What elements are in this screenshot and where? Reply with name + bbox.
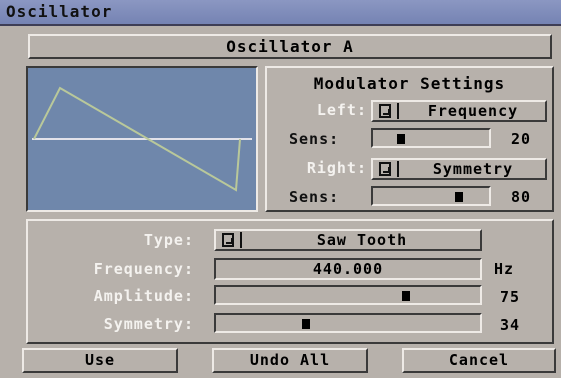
oscillator-parameters-panel: Type: Saw Tooth Frequency: 440.000 Hz Am…	[26, 219, 554, 344]
modulator-settings-panel: Modulator Settings Left: Frequency Sens:…	[265, 66, 554, 212]
frequency-unit: Hz	[494, 260, 515, 278]
type-cycle-button[interactable]: Saw Tooth	[214, 229, 482, 251]
frequency-input[interactable]: 440.000	[214, 258, 482, 280]
type-value: Saw Tooth	[316, 231, 408, 249]
amplitude-knob[interactable]	[402, 291, 410, 301]
cancel-button[interactable]: Cancel	[402, 348, 556, 373]
right-modulator-label: Right:	[306, 159, 367, 177]
cycle-separator	[397, 103, 399, 119]
cycle-icon	[222, 233, 234, 247]
right-sens-knob[interactable]	[455, 192, 463, 202]
title-bar[interactable]: Oscillator	[0, 0, 561, 26]
left-sens-knob[interactable]	[397, 134, 405, 144]
right-sens-value: 80	[511, 188, 532, 206]
right-sens-slider[interactable]	[371, 186, 491, 206]
waveform-graph	[32, 86, 252, 192]
frequency-label: Frequency:	[93, 260, 194, 278]
right-modulator-value: Symmetry	[432, 160, 514, 178]
cycle-separator	[240, 232, 242, 248]
symmetry-slider[interactable]	[214, 313, 482, 333]
type-label: Type:	[143, 231, 194, 249]
window-title: Oscillator	[6, 2, 113, 21]
left-modulator-cycle-button[interactable]: Frequency	[371, 100, 547, 122]
left-sens-slider[interactable]	[371, 128, 491, 148]
amplitude-label: Amplitude:	[93, 287, 194, 305]
oscillator-name-field[interactable]: Oscillator A	[28, 34, 552, 59]
use-button[interactable]: Use	[22, 348, 178, 373]
waveform-display	[26, 66, 258, 212]
left-sens-label: Sens:	[289, 130, 340, 148]
right-modulator-cycle-button[interactable]: Symmetry	[371, 158, 547, 180]
amplitude-value: 75	[500, 288, 521, 306]
left-modulator-label: Left:	[316, 101, 367, 119]
amplitude-slider[interactable]	[214, 285, 482, 305]
symmetry-knob[interactable]	[302, 319, 310, 329]
left-sens-value: 20	[511, 130, 532, 148]
cycle-icon	[379, 104, 391, 118]
cycle-icon	[379, 162, 391, 176]
undo-all-button[interactable]: Undo All	[212, 348, 368, 373]
cycle-separator	[397, 161, 399, 177]
symmetry-value: 34	[500, 316, 521, 334]
left-modulator-value: Frequency	[427, 102, 519, 120]
modulator-settings-title: Modulator Settings	[313, 74, 506, 93]
symmetry-label: Symmetry:	[103, 315, 194, 333]
right-sens-label: Sens:	[289, 188, 340, 206]
oscillator-window: Oscillator Oscillator A Modulator Settin…	[0, 0, 561, 378]
